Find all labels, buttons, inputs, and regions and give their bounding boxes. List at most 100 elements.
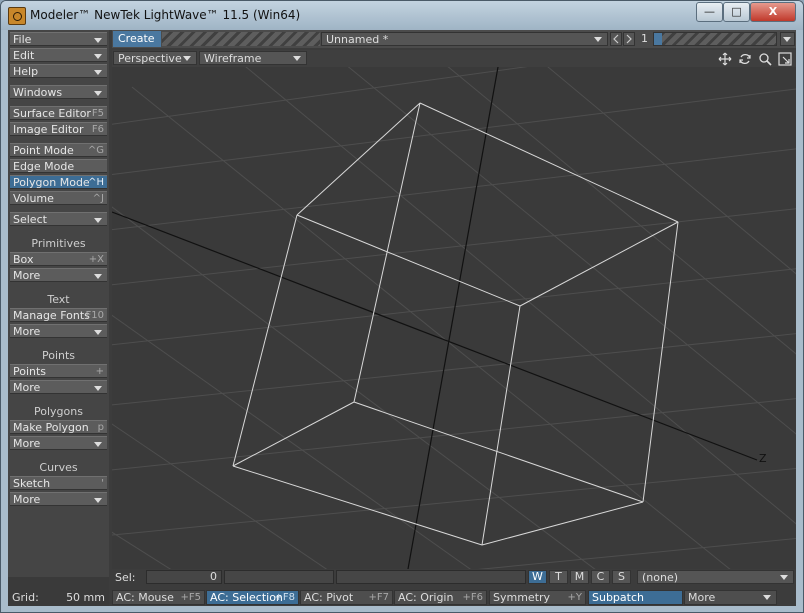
view-type-label: Perspective — [118, 52, 182, 65]
layer-bank[interactable] — [653, 32, 777, 46]
select-menu[interactable]: Select — [10, 212, 107, 226]
selection-count: 0 — [146, 570, 222, 584]
perspective-viewport[interactable]: Z — [112, 67, 796, 569]
box-tool-button[interactable]: Box +X — [10, 252, 107, 266]
file-menu-label: File — [13, 33, 32, 46]
help-menu[interactable]: Help — [10, 64, 107, 78]
maximize-viewport-icon[interactable] — [778, 52, 792, 66]
curves-heading: Curves — [39, 461, 78, 474]
layer-number: 1 — [641, 32, 648, 45]
edit-menu[interactable]: Edit — [10, 48, 107, 62]
curves-more-menu[interactable]: More — [10, 492, 107, 506]
minimize-button[interactable]: — — [696, 2, 723, 22]
rotate-view-icon[interactable] — [738, 52, 752, 66]
perspective-grid — [112, 67, 796, 569]
modeler-window: Modeler™ NewTek LightWave™ 11.5 (Win64) … — [0, 0, 804, 613]
action-center-origin[interactable]: AC: Origin +F6 — [394, 590, 487, 605]
texture-toggle[interactable]: T — [549, 570, 568, 584]
surface-editor-button[interactable]: Surface Editor F5 — [10, 106, 107, 120]
chevron-down-icon — [94, 386, 102, 391]
view-type-selector[interactable]: Perspective — [113, 51, 197, 65]
action-center-pivot[interactable]: AC: Pivot +F7 — [300, 590, 393, 605]
more-actions-menu[interactable]: More — [684, 590, 777, 605]
file-menu[interactable]: File — [10, 32, 107, 46]
render-mode-selector[interactable]: Wireframe — [199, 51, 307, 65]
points-heading: Points — [41, 349, 76, 362]
manage-fonts-button[interactable]: Manage Fonts F10 — [10, 308, 107, 322]
polygons-more-menu[interactable]: More — [10, 436, 107, 450]
make-polygon-label: Make Polygon — [13, 421, 89, 434]
ac-selection-shortcut: +F8 — [274, 592, 296, 603]
make-polygon-shortcut: p — [97, 422, 104, 433]
symmetry-toggle[interactable]: Symmetry +Y — [489, 590, 586, 605]
tab-create[interactable]: Create — [113, 31, 161, 47]
volume-button[interactable]: Volume ^J — [10, 191, 107, 205]
selection-set-toggle[interactable]: S — [612, 570, 631, 584]
ac-selection-label: AC: Selection — [210, 591, 283, 604]
text-more-menu[interactable]: More — [10, 324, 107, 338]
grid-value: 50 mm — [66, 591, 105, 604]
chevron-down-icon — [293, 56, 301, 61]
action-center-mouse[interactable]: AC: Mouse +F5 — [112, 590, 205, 605]
chevron-down-icon — [94, 54, 102, 59]
action-center-selection[interactable]: AC: Selection +F8 — [206, 590, 299, 605]
maximize-button[interactable]: □ — [723, 2, 750, 22]
polygon-mode-button[interactable]: Polygon Mode ^H — [10, 175, 107, 189]
viewport-header: Perspective Wireframe — [112, 50, 796, 67]
ac-mouse-label: AC: Mouse — [116, 591, 174, 604]
points-more-label: More — [13, 381, 41, 394]
chevron-down-icon — [763, 595, 771, 600]
close-button[interactable]: X — [750, 2, 796, 22]
point-mode-shortcut: ^G — [87, 145, 104, 156]
sketch-tool-label: Sketch — [13, 477, 51, 490]
volume-shortcut: ^J — [92, 193, 104, 204]
polygon-mode-label: Polygon Mode — [13, 176, 90, 189]
client-area: File Edit Help Windows Surface Editor F5 … — [8, 30, 796, 606]
point-mode-button[interactable]: Point Mode ^G — [10, 143, 107, 157]
make-polygon-button[interactable]: Make Polygon p — [10, 420, 107, 434]
point-mode-label: Point Mode — [13, 144, 74, 157]
layer-menu[interactable] — [780, 32, 795, 46]
primitives-more-menu[interactable]: More — [10, 268, 107, 282]
points-tool-button[interactable]: Points + — [10, 364, 107, 378]
object-selector[interactable]: Unnamed * — [321, 32, 608, 46]
zoom-view-icon[interactable] — [758, 52, 772, 66]
sketch-tool-button[interactable]: Sketch ' — [10, 476, 107, 490]
viewport-canvas: Z — [112, 67, 796, 569]
box-tool-shortcut: +X — [88, 254, 104, 265]
image-editor-button[interactable]: Image Editor F6 — [10, 122, 107, 136]
morph-toggle[interactable]: M — [570, 570, 589, 584]
points-more-menu[interactable]: More — [10, 380, 107, 394]
chevron-right-icon — [626, 34, 632, 44]
edge-mode-button[interactable]: Edge Mode — [10, 159, 107, 173]
surface-editor-shortcut: F5 — [91, 108, 104, 119]
chevron-down-icon — [780, 575, 788, 580]
window-title: Modeler™ NewTek LightWave™ 11.5 (Win64) — [30, 8, 301, 22]
surface-selector[interactable]: (none) — [637, 570, 794, 584]
symmetry-shortcut: +Y — [567, 592, 583, 603]
polygons-heading: Polygons — [34, 405, 83, 418]
windows-menu[interactable]: Windows — [10, 85, 107, 99]
ac-origin-label: AC: Origin — [398, 591, 454, 604]
chevron-down-icon — [94, 498, 102, 503]
grid-size-readout: Grid: 50 mm — [8, 577, 109, 606]
chevron-down-icon — [183, 56, 191, 61]
wireframe-toggle[interactable]: W — [528, 570, 547, 584]
subpatch-selector[interactable]: Subpatch — [588, 590, 683, 605]
windows-menu-label: Windows — [13, 86, 63, 99]
move-view-icon[interactable] — [718, 52, 732, 66]
chevron-down-icon — [94, 330, 102, 335]
hidden-tabs-strip[interactable] — [162, 32, 320, 46]
color-toggle[interactable]: C — [591, 570, 610, 584]
symmetry-label: Symmetry — [493, 591, 551, 604]
image-editor-label: Image Editor — [13, 123, 84, 136]
volume-label: Volume — [13, 192, 54, 205]
prev-layer-button[interactable] — [610, 32, 622, 46]
top-toolbar: Create Unnamed * 1 — [112, 30, 796, 48]
next-layer-button[interactable] — [623, 32, 635, 46]
tool-sidebar: File Edit Help Windows Surface Editor F5 … — [8, 30, 109, 606]
ac-mouse-shortcut: +F5 — [180, 592, 202, 603]
text-heading: Text — [47, 293, 70, 306]
box-tool-label: Box — [13, 253, 34, 266]
surface-selector-label: (none) — [642, 571, 679, 584]
